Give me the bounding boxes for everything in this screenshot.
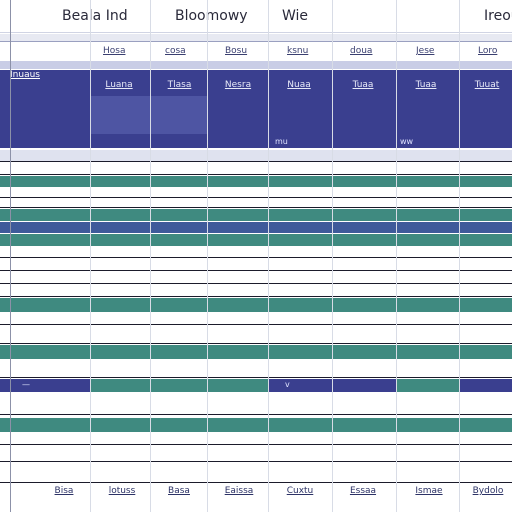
row-11[interactable]: [0, 272, 512, 284]
row-2[interactable]: [0, 163, 512, 175]
row-12[interactable]: [0, 285, 512, 297]
row-15[interactable]: [0, 326, 512, 344]
lavender-strip: [0, 61, 512, 69]
col-divider-1: [10, 0, 11, 512]
footer-label-4[interactable]: Eaissa: [218, 486, 260, 506]
row-18-teal-seg-2: [397, 379, 459, 392]
footer-label-2[interactable]: lotuss: [102, 486, 142, 506]
note-1: mu: [275, 137, 288, 146]
row-14[interactable]: [0, 313, 512, 325]
footer-label-6[interactable]: Essaa: [342, 486, 384, 506]
nav-first-label[interactable]: Inuaus: [10, 70, 62, 82]
navy-block-highlight: [90, 96, 208, 134]
footer-label-7[interactable]: Ismae: [408, 486, 450, 506]
row-18-teal-seg: [90, 379, 268, 392]
sublabel-2[interactable]: cosa: [165, 46, 193, 58]
column-header-3[interactable]: Wie: [282, 0, 322, 33]
row-19[interactable]: [0, 393, 512, 415]
nav-label-3[interactable]: Nesra: [209, 80, 267, 92]
sublabel-7[interactable]: Loro: [478, 46, 506, 58]
footer-label-8[interactable]: Bydolo: [466, 486, 510, 506]
header-rule: [0, 34, 512, 42]
spreadsheet: Beala Ind Bloomowy Wie Ireou Hosa cosa B…: [0, 0, 512, 512]
row-10[interactable]: [0, 259, 512, 271]
sublabel-3[interactable]: Bosu: [225, 46, 253, 58]
row-22[interactable]: [0, 446, 512, 462]
note-2: ww: [400, 137, 414, 146]
column-header-1[interactable]: Beala Ind: [62, 0, 144, 33]
col-divider-4: [207, 0, 208, 512]
row-23[interactable]: [0, 463, 512, 483]
note-3: —: [22, 380, 30, 389]
row-3-teal[interactable]: [0, 176, 512, 187]
row-6-teal[interactable]: [0, 209, 512, 221]
footer-label-3[interactable]: Basa: [159, 486, 199, 506]
nav-label-1[interactable]: Luana: [90, 80, 148, 92]
row-9[interactable]: [0, 247, 512, 258]
nav-label-7[interactable]: Tuuat: [462, 80, 512, 92]
row-4[interactable]: [0, 188, 512, 198]
row-21[interactable]: [0, 433, 512, 445]
column-header-2[interactable]: Bloomowy: [175, 0, 265, 33]
sublabel-5[interactable]: doua: [350, 46, 378, 58]
col-divider-7: [396, 0, 397, 512]
col-divider-2: [90, 0, 91, 512]
col-divider-5: [268, 0, 269, 512]
row-5[interactable]: [0, 199, 512, 208]
nav-label-4[interactable]: Nuaa: [270, 80, 328, 92]
row-1[interactable]: [0, 150, 512, 162]
row-20-teal[interactable]: [0, 418, 512, 432]
nav-label-6[interactable]: Tuaa: [397, 80, 455, 92]
col-divider-3: [150, 0, 151, 512]
navy-block: [0, 96, 512, 148]
row-7[interactable]: [0, 222, 512, 233]
sublabel-1[interactable]: Hosa: [103, 46, 133, 58]
column-header-4[interactable]: Ireou: [484, 0, 512, 33]
note-4: v: [285, 380, 290, 389]
col-divider-8: [459, 0, 460, 512]
nav-label-2[interactable]: Tlasa: [152, 80, 207, 92]
row-16-teal[interactable]: [0, 345, 512, 359]
sublabel-6[interactable]: Jese: [416, 46, 444, 58]
sublabel-4[interactable]: ksnu: [287, 46, 315, 58]
footer-label-1[interactable]: Bisa: [45, 486, 83, 506]
row-8-teal[interactable]: [0, 234, 512, 246]
nav-label-5[interactable]: Tuaa: [334, 80, 392, 92]
col-divider-6: [332, 0, 333, 512]
row-17[interactable]: [0, 360, 512, 378]
row-13-teal[interactable]: [0, 298, 512, 312]
footer-label-5[interactable]: Cuxtu: [280, 486, 320, 506]
